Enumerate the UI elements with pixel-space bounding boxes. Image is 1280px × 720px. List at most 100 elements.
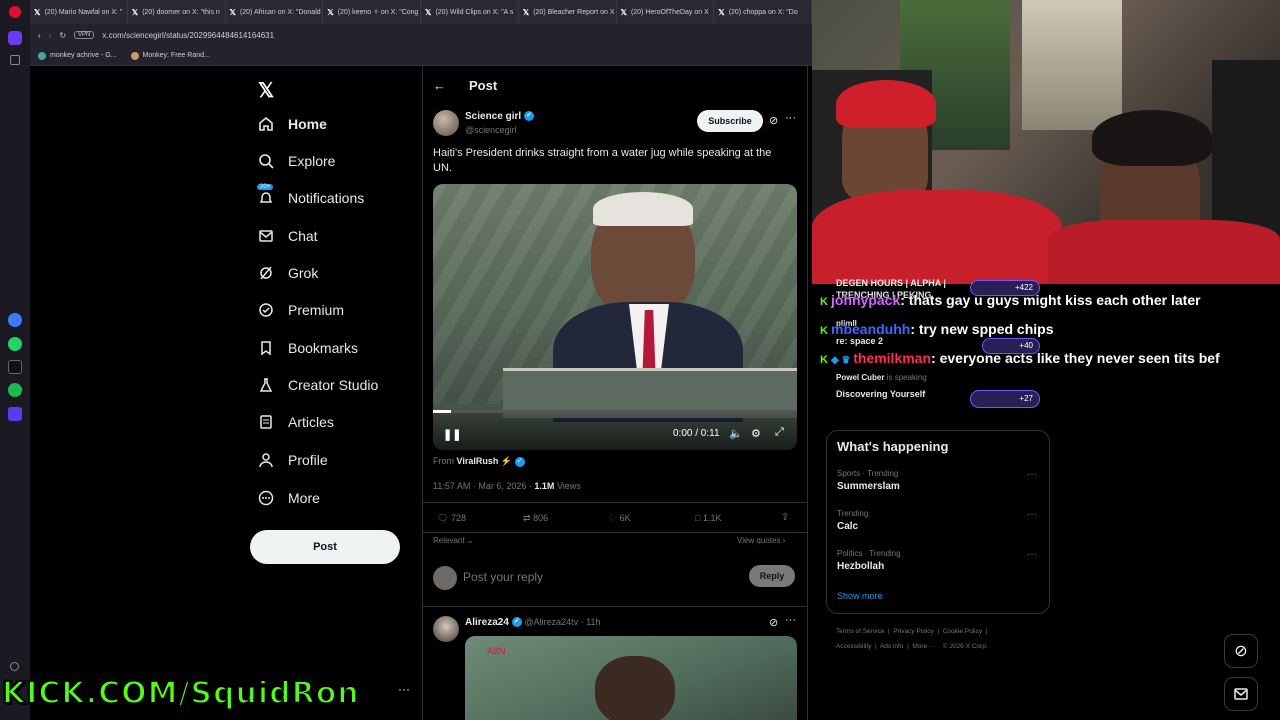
verified-icon: ✓ xyxy=(511,617,522,628)
footer-links: Accessibility | Ads info | More ··· © 20… xyxy=(836,643,988,650)
trend-more-icon[interactable]: ··· xyxy=(1027,509,1037,520)
browser-tab[interactable]: 𝕏 (20) Wild Clips on X: "A s xyxy=(421,0,519,24)
forward-arrow-icon[interactable]: › xyxy=(49,31,52,40)
heart-icon[interactable] xyxy=(10,662,19,671)
browser-tab[interactable]: 𝕏 (20) Mario Nawfal on X: " xyxy=(30,0,128,24)
footer-link[interactable]: Cookie Policy xyxy=(943,628,982,635)
tab-title: (20) choppa on X: "Do xyxy=(728,8,798,16)
nav-label: Notifications xyxy=(288,190,365,206)
player-icon[interactable] xyxy=(8,407,22,421)
trend-more-icon[interactable]: ··· xyxy=(1027,549,1037,560)
browser-tab[interactable]: 𝕏 (20) doomer on X: "this n xyxy=(128,0,226,24)
show-more-link[interactable]: Show more xyxy=(837,591,883,601)
nav-notifications[interactable]: 20+ Notifications xyxy=(256,183,365,206)
trend-item[interactable]: Politics · Trending Hezbollah xyxy=(837,549,901,572)
bookmark-item[interactable]: Monkey: Free Rand... xyxy=(130,51,210,60)
trend-item[interactable]: Sports · Trending Summerslam xyxy=(837,469,900,492)
volume-icon[interactable]: 🔈 xyxy=(729,427,743,440)
like-count: 6K xyxy=(619,513,631,523)
nav-more[interactable]: More xyxy=(258,490,320,506)
view-quotes-link[interactable]: View quotes › xyxy=(737,536,785,545)
account-menu-icon[interactable]: ··· xyxy=(398,682,410,696)
share-icon[interactable]: ⇪ xyxy=(781,512,789,523)
footer-link[interactable]: More ··· xyxy=(912,643,935,650)
spotify-icon[interactable] xyxy=(8,383,22,397)
settings-gear-icon[interactable]: ⚙ xyxy=(751,427,761,440)
back-arrow-icon[interactable]: ‹ xyxy=(38,31,41,40)
subscribe-button[interactable]: Subscribe xyxy=(697,110,763,132)
footer-link[interactable]: Terms of Service xyxy=(836,628,884,635)
opera-logo-icon[interactable] xyxy=(9,6,21,18)
footer-link[interactable]: Privacy Policy xyxy=(893,628,933,635)
whatsapp-icon[interactable] xyxy=(8,337,22,351)
footer-link[interactable]: Accessibility xyxy=(836,643,871,650)
nav-bookmarks[interactable]: Bookmarks xyxy=(258,340,358,356)
bookmark-item[interactable]: monkey achrive - G... xyxy=(38,51,117,60)
sort-dropdown[interactable]: Relevant ⌄ xyxy=(433,536,474,545)
star-icon[interactable] xyxy=(10,55,20,65)
author-name[interactable]: Science girl ✓ xyxy=(465,111,534,122)
grok-icon[interactable]: ⊘ xyxy=(769,114,778,127)
fullscreen-icon[interactable]: ⤢ xyxy=(775,426,784,439)
nav-articles[interactable]: Articles xyxy=(258,414,334,430)
home-icon[interactable] xyxy=(8,31,22,45)
bookmark-action[interactable]: □ 1.1K xyxy=(695,513,721,523)
nav-explore[interactable]: Explore xyxy=(258,153,335,169)
sort-label: Relevant xyxy=(433,536,465,545)
nav-home[interactable]: Home xyxy=(258,116,327,132)
reply-input[interactable] xyxy=(463,568,723,586)
messages-float-button[interactable] xyxy=(1224,677,1258,711)
bookmarks-bar: monkey achrive - G... Monkey: Free Rand.… xyxy=(30,46,812,66)
url-text[interactable]: x.com/sciencegirl/status/202996448461416… xyxy=(102,31,274,40)
space-speaker: Powel Cuber is speaking xyxy=(836,373,927,382)
x-app-icon[interactable] xyxy=(8,360,22,374)
nav-chat[interactable]: Chat xyxy=(258,228,318,244)
more-options-icon[interactable]: ··· xyxy=(785,614,796,626)
pause-icon[interactable]: ❚❚ xyxy=(443,428,461,441)
space-listeners[interactable]: +27 xyxy=(970,390,1040,408)
grok-icon[interactable]: ⊘ xyxy=(769,616,778,629)
nav-creator-studio[interactable]: Creator Studio xyxy=(258,377,378,393)
vpn-badge[interactable]: VPN xyxy=(74,31,95,39)
nav-label: Profile xyxy=(288,452,328,468)
messenger-icon[interactable] xyxy=(8,313,22,327)
mail-icon xyxy=(1234,688,1248,700)
browser-tab[interactable]: 𝕏 (20) African on X: "Donald xyxy=(226,0,324,24)
video-player[interactable]: ❚❚ 0:00 / 0:11 🔈 ⚙ ⤢ xyxy=(433,184,797,450)
reply-media[interactable]: ABN xyxy=(465,636,797,720)
chevron-down-icon: ⌄ xyxy=(466,536,474,545)
more-options-icon[interactable]: ··· xyxy=(785,112,796,124)
reply-action[interactable]: 🗨 728 xyxy=(437,513,466,524)
grok-float-button[interactable]: ⊘ xyxy=(1224,634,1258,668)
repost-action[interactable]: ⇄ 806 xyxy=(523,513,548,524)
nav-profile[interactable]: Profile xyxy=(258,452,328,468)
post-button[interactable]: Post xyxy=(250,530,400,564)
reload-icon[interactable]: ↻ xyxy=(59,31,66,40)
source-name[interactable]: ViralRush ⚡ xyxy=(457,456,513,466)
browser-tab[interactable]: 𝕏 (20) keeno ✧ on X: "Cong xyxy=(323,0,421,24)
browser-tab[interactable]: 𝕏 (20) HeroOfTheDay on X xyxy=(617,0,715,24)
timestamp[interactable]: 11:57 AM · Mar 6, 2026 · xyxy=(433,481,532,491)
author-handle[interactable]: @sciencegirl xyxy=(465,125,517,135)
nav-grok[interactable]: Grok xyxy=(258,265,318,281)
bookmark-icon xyxy=(258,340,274,356)
mail-icon xyxy=(258,228,274,244)
page-title: Post xyxy=(469,78,498,93)
back-arrow-icon[interactable]: ← xyxy=(433,78,446,93)
avatar[interactable] xyxy=(433,110,459,136)
browser-tab[interactable]: 𝕏 (20) choppa on X: "Do xyxy=(714,0,812,24)
views-label: Views xyxy=(556,481,581,491)
reply-button[interactable]: Reply xyxy=(749,565,795,587)
bookmark-icon: □ xyxy=(695,513,701,523)
nav-premium[interactable]: Premium xyxy=(258,302,344,318)
trend-more-icon[interactable]: ··· xyxy=(1027,469,1037,480)
reply-author[interactable]: Alireza24 ✓ @Alireza24tv · 11h xyxy=(465,617,601,628)
footer-link[interactable]: Ads info xyxy=(880,643,904,650)
like-action[interactable]: ♡ 6K xyxy=(609,513,631,524)
browser-tab[interactable]: 𝕏 (20) Bleacher Report on X xyxy=(519,0,617,24)
avatar[interactable] xyxy=(433,616,459,642)
x-logo-icon[interactable]: 𝕏 xyxy=(258,78,274,103)
globe-icon xyxy=(38,51,46,60)
trend-item[interactable]: Trending Calc xyxy=(837,509,868,532)
view-quotes-label: View quotes xyxy=(737,536,781,545)
